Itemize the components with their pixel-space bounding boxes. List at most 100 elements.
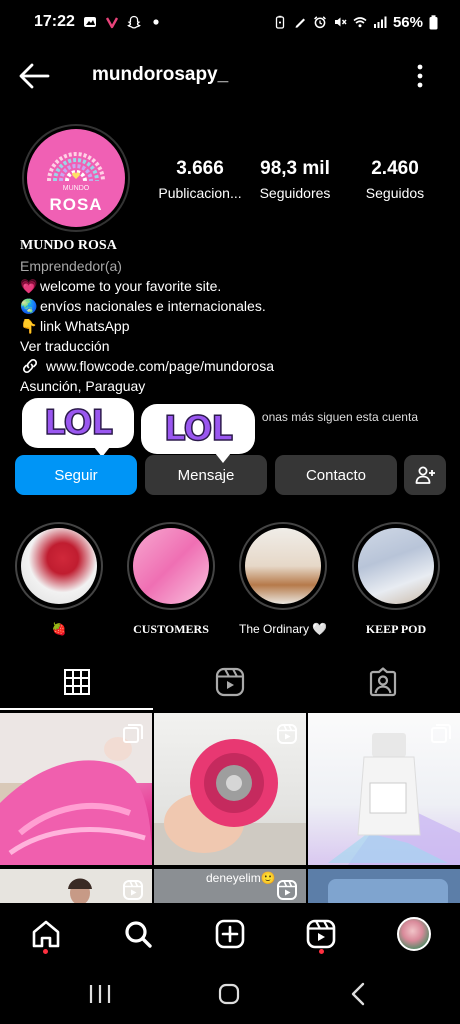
highlight-label: KEEP POD bbox=[365, 622, 427, 636]
nav-create[interactable] bbox=[213, 917, 247, 951]
reels-icon bbox=[306, 919, 336, 949]
mute-icon bbox=[334, 17, 347, 27]
lol-sticker: LOL bbox=[22, 398, 134, 457]
notification-dot bbox=[43, 949, 48, 954]
reels-icon bbox=[123, 880, 143, 900]
post-thumbnail[interactable] bbox=[154, 713, 306, 865]
highlight-strawberry[interactable]: 🍓 bbox=[15, 522, 103, 637]
nav-profile[interactable] bbox=[397, 917, 431, 951]
profile-avatar[interactable]: MUNDO ROSA bbox=[22, 124, 130, 232]
pen-icon bbox=[295, 18, 305, 28]
stat-posts[interactable]: 3.666 Publicacion... bbox=[150, 158, 250, 201]
nav-home[interactable] bbox=[29, 917, 63, 951]
reels-icon bbox=[215, 667, 245, 697]
clock: 17:22 bbox=[34, 13, 75, 30]
sticker-tail bbox=[215, 453, 231, 463]
add-user-button[interactable] bbox=[404, 455, 446, 495]
back-button-icon[interactable] bbox=[348, 981, 368, 1007]
stat-followers[interactable]: 98,3 mil Seguidores bbox=[245, 158, 345, 201]
signal-icon bbox=[373, 16, 387, 28]
lol-sticker-text: LOL bbox=[163, 408, 234, 450]
active-tab-indicator bbox=[0, 708, 153, 710]
tab-posts[interactable] bbox=[0, 654, 153, 710]
tab-tagged[interactable] bbox=[307, 654, 460, 710]
grid-icon bbox=[63, 669, 90, 695]
highlight-label: 🍓 bbox=[51, 622, 67, 636]
translate-link[interactable]: Ver traducción bbox=[20, 336, 440, 356]
bottom-nav bbox=[0, 903, 460, 965]
contact-button[interactable]: Contacto bbox=[275, 455, 397, 495]
avatar-small-text: MUNDO bbox=[62, 185, 90, 192]
battery-percent: 56% bbox=[392, 13, 423, 31]
profile-header: mundorosapy_ bbox=[0, 52, 460, 100]
highlight-keep-pod[interactable]: KEEP POD bbox=[352, 522, 440, 637]
highlight-ring bbox=[239, 522, 327, 610]
posts-grid: deneyelim🙂 bbox=[0, 713, 460, 903]
posts-count: 3.666 bbox=[176, 158, 224, 179]
bio-line-text: welcome to your favorite site. bbox=[40, 278, 222, 294]
follow-button[interactable]: Seguir bbox=[15, 455, 137, 495]
snapchat-icon bbox=[127, 15, 141, 29]
bio-category: Emprendedor(a) bbox=[20, 258, 122, 274]
status-left: 17:22 bbox=[34, 13, 163, 31]
post-thumbnail[interactable]: deneyelim🙂 bbox=[154, 869, 306, 903]
profile-bio: MUNDO ROSA Emprendedor(a) 💗 welcome to yo… bbox=[20, 236, 440, 396]
dot-icon bbox=[153, 19, 159, 25]
username-title: mundorosapy_ bbox=[92, 64, 229, 85]
wifi-icon bbox=[353, 17, 367, 28]
following-count: 2.460 bbox=[371, 158, 419, 179]
notification-dot bbox=[319, 949, 324, 954]
highlight-ring bbox=[15, 522, 103, 610]
bio-link-row[interactable]: www.flowcode.com/page/mundorosa bbox=[20, 356, 440, 376]
album-icon bbox=[431, 724, 451, 743]
bio-line: 👇 link WhatsApp bbox=[20, 316, 440, 336]
recent-apps-icon[interactable] bbox=[88, 983, 112, 1005]
home-button-icon[interactable] bbox=[217, 982, 241, 1006]
vivaldi-icon bbox=[105, 17, 118, 29]
highlight-the-ordinary[interactable]: The Ordinary 🤍 bbox=[239, 522, 327, 636]
followers-count: 98,3 mil bbox=[260, 158, 330, 179]
album-icon bbox=[123, 724, 143, 743]
post-thumbnail[interactable] bbox=[0, 713, 152, 865]
home-icon bbox=[32, 920, 60, 948]
post-thumbnail[interactable] bbox=[308, 869, 460, 903]
post-thumbnail[interactable] bbox=[0, 869, 152, 903]
tagged-icon bbox=[370, 667, 397, 697]
reels-icon bbox=[277, 724, 297, 744]
highlight-customers[interactable]: CUSTOMERS bbox=[127, 522, 215, 637]
post-image bbox=[328, 879, 448, 903]
message-button[interactable]: Mensaje bbox=[145, 455, 267, 495]
status-right: 56% bbox=[273, 14, 438, 31]
posts-label: Publicacion... bbox=[158, 185, 242, 201]
nav-search[interactable] bbox=[121, 917, 155, 951]
bio-line-text: envíos nacionales e internacionales. bbox=[40, 298, 266, 314]
following-label: Seguidos bbox=[365, 185, 425, 201]
create-icon bbox=[215, 919, 245, 949]
bio-location: Asunción, Paraguay bbox=[20, 378, 146, 394]
battery-saver-icon bbox=[275, 15, 285, 29]
bio-line-text: link WhatsApp bbox=[40, 318, 130, 334]
search-icon bbox=[125, 921, 152, 948]
bio-line: 💗 welcome to your favorite site. bbox=[20, 276, 440, 296]
gallery-icon bbox=[83, 17, 96, 27]
highlight-cover bbox=[358, 528, 434, 604]
status-bar: 17:22 56% bbox=[0, 0, 460, 44]
pointing-down-emoji-icon: 👇 bbox=[20, 318, 38, 334]
highlight-label: The Ordinary 🤍 bbox=[239, 622, 328, 636]
highlight-ring bbox=[352, 522, 440, 610]
highlight-label: CUSTOMERS bbox=[133, 622, 209, 636]
bio-line: 🌏 envíos nacionales e internacionales. bbox=[20, 296, 440, 316]
nav-reels[interactable] bbox=[304, 917, 338, 951]
system-nav-bar bbox=[0, 965, 460, 1024]
post-thumbnail[interactable] bbox=[308, 713, 460, 865]
highlight-cover bbox=[245, 528, 321, 604]
add-user-icon bbox=[415, 466, 435, 484]
more-vertical-icon[interactable] bbox=[410, 62, 430, 90]
tab-reels[interactable] bbox=[153, 654, 306, 710]
alarm-icon bbox=[314, 16, 326, 29]
link-icon bbox=[22, 358, 38, 374]
stat-following[interactable]: 2.460 Seguidos bbox=[345, 158, 445, 201]
lol-sticker-text: LOL bbox=[43, 402, 114, 444]
bio-link[interactable]: www.flowcode.com/page/mundorosa bbox=[46, 356, 274, 376]
arrow-left-icon[interactable] bbox=[18, 62, 50, 90]
